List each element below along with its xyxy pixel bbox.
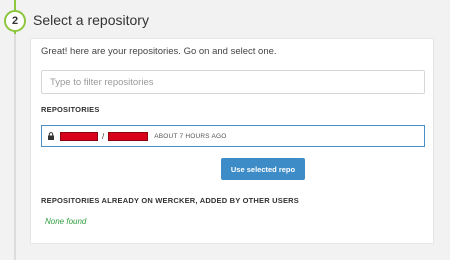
repositories-heading: REPOSITORIES <box>41 105 100 114</box>
repo-updated-time: ABOUT 7 HOURS AGO <box>154 132 227 140</box>
step-rail-remaining <box>14 34 16 260</box>
step-number-badge: 2 <box>4 10 26 32</box>
redacted-repo-owner <box>60 131 98 141</box>
repo-separator: / <box>102 131 105 141</box>
lock-icon <box>48 132 54 140</box>
repository-row[interactable]: / ABOUT 7 HOURS AGO <box>41 125 425 147</box>
other-users-heading: REPOSITORIES ALREADY ON WERCKER, ADDED B… <box>41 196 299 205</box>
intro-text: Great! here are your repositories. Go on… <box>41 46 277 57</box>
repository-filter-input[interactable] <box>41 70 425 94</box>
repository-card: Great! here are your repositories. Go on… <box>30 38 434 244</box>
none-found-text: None found <box>45 217 87 226</box>
redacted-repo-name <box>108 131 149 141</box>
use-selected-repo-button[interactable]: Use selected repo <box>221 158 305 180</box>
step-title: Select a repository <box>33 12 149 28</box>
